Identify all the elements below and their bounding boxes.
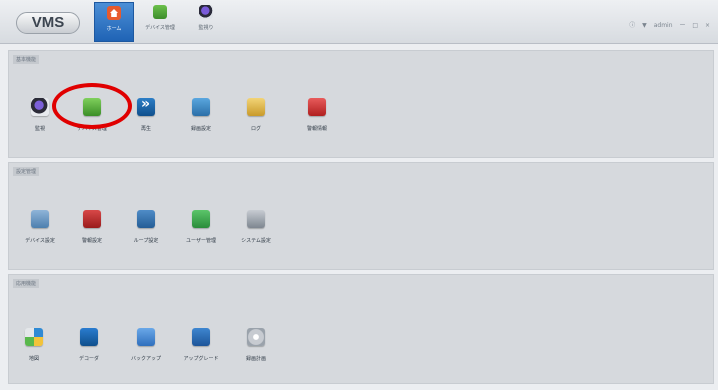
section-settings: 設定管理 デバイス設定 警報設定 ループ設定 ユーザー管理 システム設定 [8, 162, 714, 270]
loop-settings-icon [137, 210, 155, 228]
tab-monitor[interactable]: 監視り [186, 2, 226, 42]
minimize-icon[interactable]: ー [679, 22, 685, 29]
tile-user-management-label: ユーザー管理 [186, 238, 216, 244]
log-icon [247, 98, 265, 116]
system-settings-icon [247, 210, 265, 228]
tile-log-label: ログ [250, 126, 261, 132]
tile-record-schedule[interactable]: 録画計画 [231, 328, 281, 362]
tile-device-settings[interactable]: デバイス設定 [15, 210, 65, 244]
backup-icon [137, 328, 155, 346]
vms-window: VMS ホーム デバイス管理 監視り ⓘ ▼ admin ー □ × 基本機能 … [0, 0, 718, 390]
tile-monitor-label: 監視 [34, 126, 45, 132]
section-advanced: 応用機能 地図 デコーダ バックアップ アップグレード 録画計画 [8, 274, 714, 384]
red-highlight-circle [52, 83, 132, 129]
device-icon [153, 5, 167, 19]
tile-device-settings-label: デバイス設定 [25, 238, 55, 244]
tab-monitor-label: 監視り [198, 25, 214, 31]
tile-record-schedule-label: 録画計画 [245, 356, 266, 362]
user-icon[interactable]: ▼ [642, 22, 647, 29]
schedule-icon [247, 328, 265, 346]
tile-decoder[interactable]: デコーダ [64, 328, 114, 362]
tab-device-label: デバイス管理 [145, 25, 175, 31]
monitor-icon [31, 98, 49, 116]
tile-alarm-info[interactable]: 警報情報 [292, 98, 342, 132]
info-icon[interactable]: ⓘ [629, 22, 635, 29]
tile-record-settings[interactable]: 録画設定 [176, 98, 226, 132]
record-settings-icon [192, 98, 210, 116]
tile-alarm-settings-label: 警報設定 [81, 238, 102, 244]
monitor-icon [199, 5, 213, 19]
tile-alarm-info-label: 警報情報 [306, 126, 327, 132]
user-management-icon [192, 210, 210, 228]
tab-home[interactable]: ホーム [94, 2, 134, 42]
maximize-icon[interactable]: □ [692, 22, 698, 29]
tile-map[interactable]: 地図 [9, 328, 59, 362]
playback-icon [137, 96, 155, 116]
tile-loop-settings-label: ループ設定 [133, 238, 159, 244]
decoder-icon [80, 328, 98, 346]
tile-alarm-settings[interactable]: 警報設定 [67, 210, 117, 244]
title-bar: VMS ホーム デバイス管理 監視り ⓘ ▼ admin ー □ × [0, 0, 718, 44]
tab-device-management[interactable]: デバイス管理 [140, 2, 180, 42]
vms-logo: VMS [16, 12, 80, 34]
section-advanced-title: 応用機能 [13, 279, 40, 288]
tile-upgrade-label: アップグレード [183, 356, 219, 362]
tile-user-management[interactable]: ユーザー管理 [176, 210, 226, 244]
tile-system-settings-label: システム設定 [241, 238, 271, 244]
upgrade-icon [192, 328, 210, 346]
tile-loop-settings[interactable]: ループ設定 [121, 210, 171, 244]
tile-upgrade[interactable]: アップグレード [176, 328, 226, 362]
tile-record-settings-label: 録画設定 [190, 126, 211, 132]
tile-decoder-label: デコーダ [78, 356, 99, 362]
tile-playback-label: 再生 [140, 126, 151, 132]
alarm-settings-icon [83, 210, 101, 228]
alarm-info-icon [308, 98, 326, 116]
home-icon [107, 6, 121, 20]
map-icon [25, 328, 43, 346]
device-settings-icon [31, 210, 49, 228]
section-basic-title: 基本機能 [13, 55, 40, 64]
section-settings-title: 設定管理 [13, 167, 40, 176]
tile-backup[interactable]: バックアップ [121, 328, 171, 362]
window-controls: ⓘ ▼ admin ー □ × [624, 20, 710, 29]
tile-backup-label: バックアップ [130, 356, 161, 362]
tile-log[interactable]: ログ [231, 98, 281, 132]
tab-home-label: ホーム [106, 26, 122, 32]
tile-map-label: 地図 [28, 356, 39, 362]
user-label: admin [653, 22, 673, 29]
close-icon[interactable]: × [705, 22, 710, 29]
tile-system-settings[interactable]: システム設定 [231, 210, 281, 244]
